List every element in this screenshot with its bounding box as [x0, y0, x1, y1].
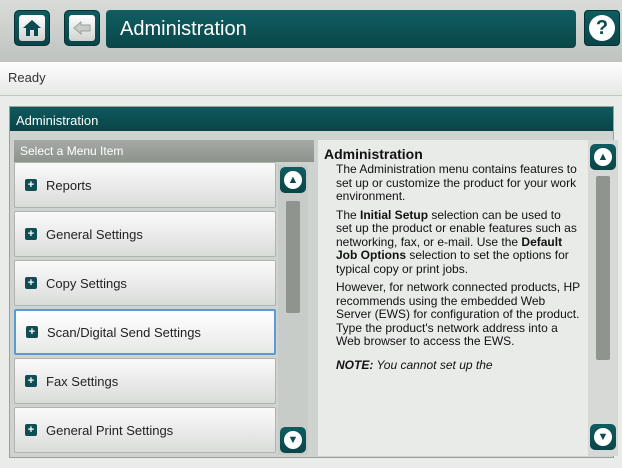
- menu-item-general-print-settings[interactable]: + General Print Settings: [14, 407, 276, 453]
- help-scroll-up-button[interactable]: ▲: [590, 144, 616, 170]
- help-text-pane: Administration The Administration menu c…: [318, 140, 588, 456]
- chevron-down-icon: ▼: [594, 428, 612, 446]
- plus-icon: +: [25, 277, 37, 289]
- help-button[interactable]: ?: [584, 10, 620, 46]
- back-button[interactable]: [64, 10, 100, 46]
- menu-item-scan-digital-send-settings[interactable]: + Scan/Digital Send Settings: [14, 309, 276, 355]
- home-icon: [19, 15, 45, 41]
- chevron-up-icon: ▲: [594, 148, 612, 166]
- plus-icon: +: [25, 228, 37, 240]
- menu-item-general-settings[interactable]: + General Settings: [14, 211, 276, 257]
- menu-list: + Reports + General Settings + Copy Sett…: [14, 162, 276, 456]
- help-paragraph-3: However, for network connected products,…: [336, 280, 580, 348]
- help-paragraph-1: The Administration menu contains feature…: [336, 162, 577, 203]
- menu-scroll-up-button[interactable]: ▲: [280, 167, 306, 193]
- list-header: Select a Menu Item: [14, 140, 314, 162]
- help-scroll-down-button[interactable]: ▼: [590, 424, 616, 450]
- plus-icon: +: [25, 375, 37, 387]
- admin-panel: Administration Select a Menu Item + Repo…: [9, 106, 618, 458]
- menu-item-label: Scan/Digital Send Settings: [47, 324, 201, 340]
- chevron-down-icon: ▼: [284, 431, 302, 449]
- page-title: Administration: [106, 10, 576, 48]
- plus-icon: +: [26, 326, 38, 338]
- help-icon: ?: [589, 15, 615, 41]
- menu-item-label: General Print Settings: [46, 422, 174, 438]
- menu-item-label: Fax Settings: [46, 373, 119, 389]
- status-text: Ready: [8, 70, 46, 85]
- help-paragraph-2: The Initial Setup selection can be used …: [336, 207, 577, 276]
- menu-scroll-thumb[interactable]: [286, 201, 300, 313]
- plus-icon: +: [25, 179, 37, 191]
- help-scroll-thumb[interactable]: [596, 176, 610, 360]
- help-scrollbar[interactable]: ▲ ▼: [588, 140, 618, 456]
- plus-icon: +: [25, 424, 37, 436]
- home-button[interactable]: [14, 10, 50, 46]
- help-heading: Administration: [324, 146, 423, 162]
- menu-item-fax-settings[interactable]: + Fax Settings: [14, 358, 276, 404]
- menu-item-label: Copy Settings: [46, 275, 127, 291]
- chevron-up-icon: ▲: [284, 171, 302, 189]
- menu-item-copy-settings[interactable]: + Copy Settings: [14, 260, 276, 306]
- menu-item-label: General Settings: [46, 226, 143, 242]
- header-bar: Administration ?: [0, 0, 622, 62]
- panel-title: Administration: [10, 107, 613, 131]
- menu-item-reports[interactable]: + Reports: [14, 162, 276, 208]
- menu-scrollbar[interactable]: ▲ ▼: [278, 165, 308, 455]
- status-bar: Ready: [0, 62, 622, 96]
- menu-item-label: Reports: [46, 177, 92, 193]
- back-arrow-icon: [69, 15, 95, 41]
- menu-scroll-down-button[interactable]: ▼: [280, 427, 306, 453]
- help-note: NOTE: You cannot set up the: [336, 357, 493, 372]
